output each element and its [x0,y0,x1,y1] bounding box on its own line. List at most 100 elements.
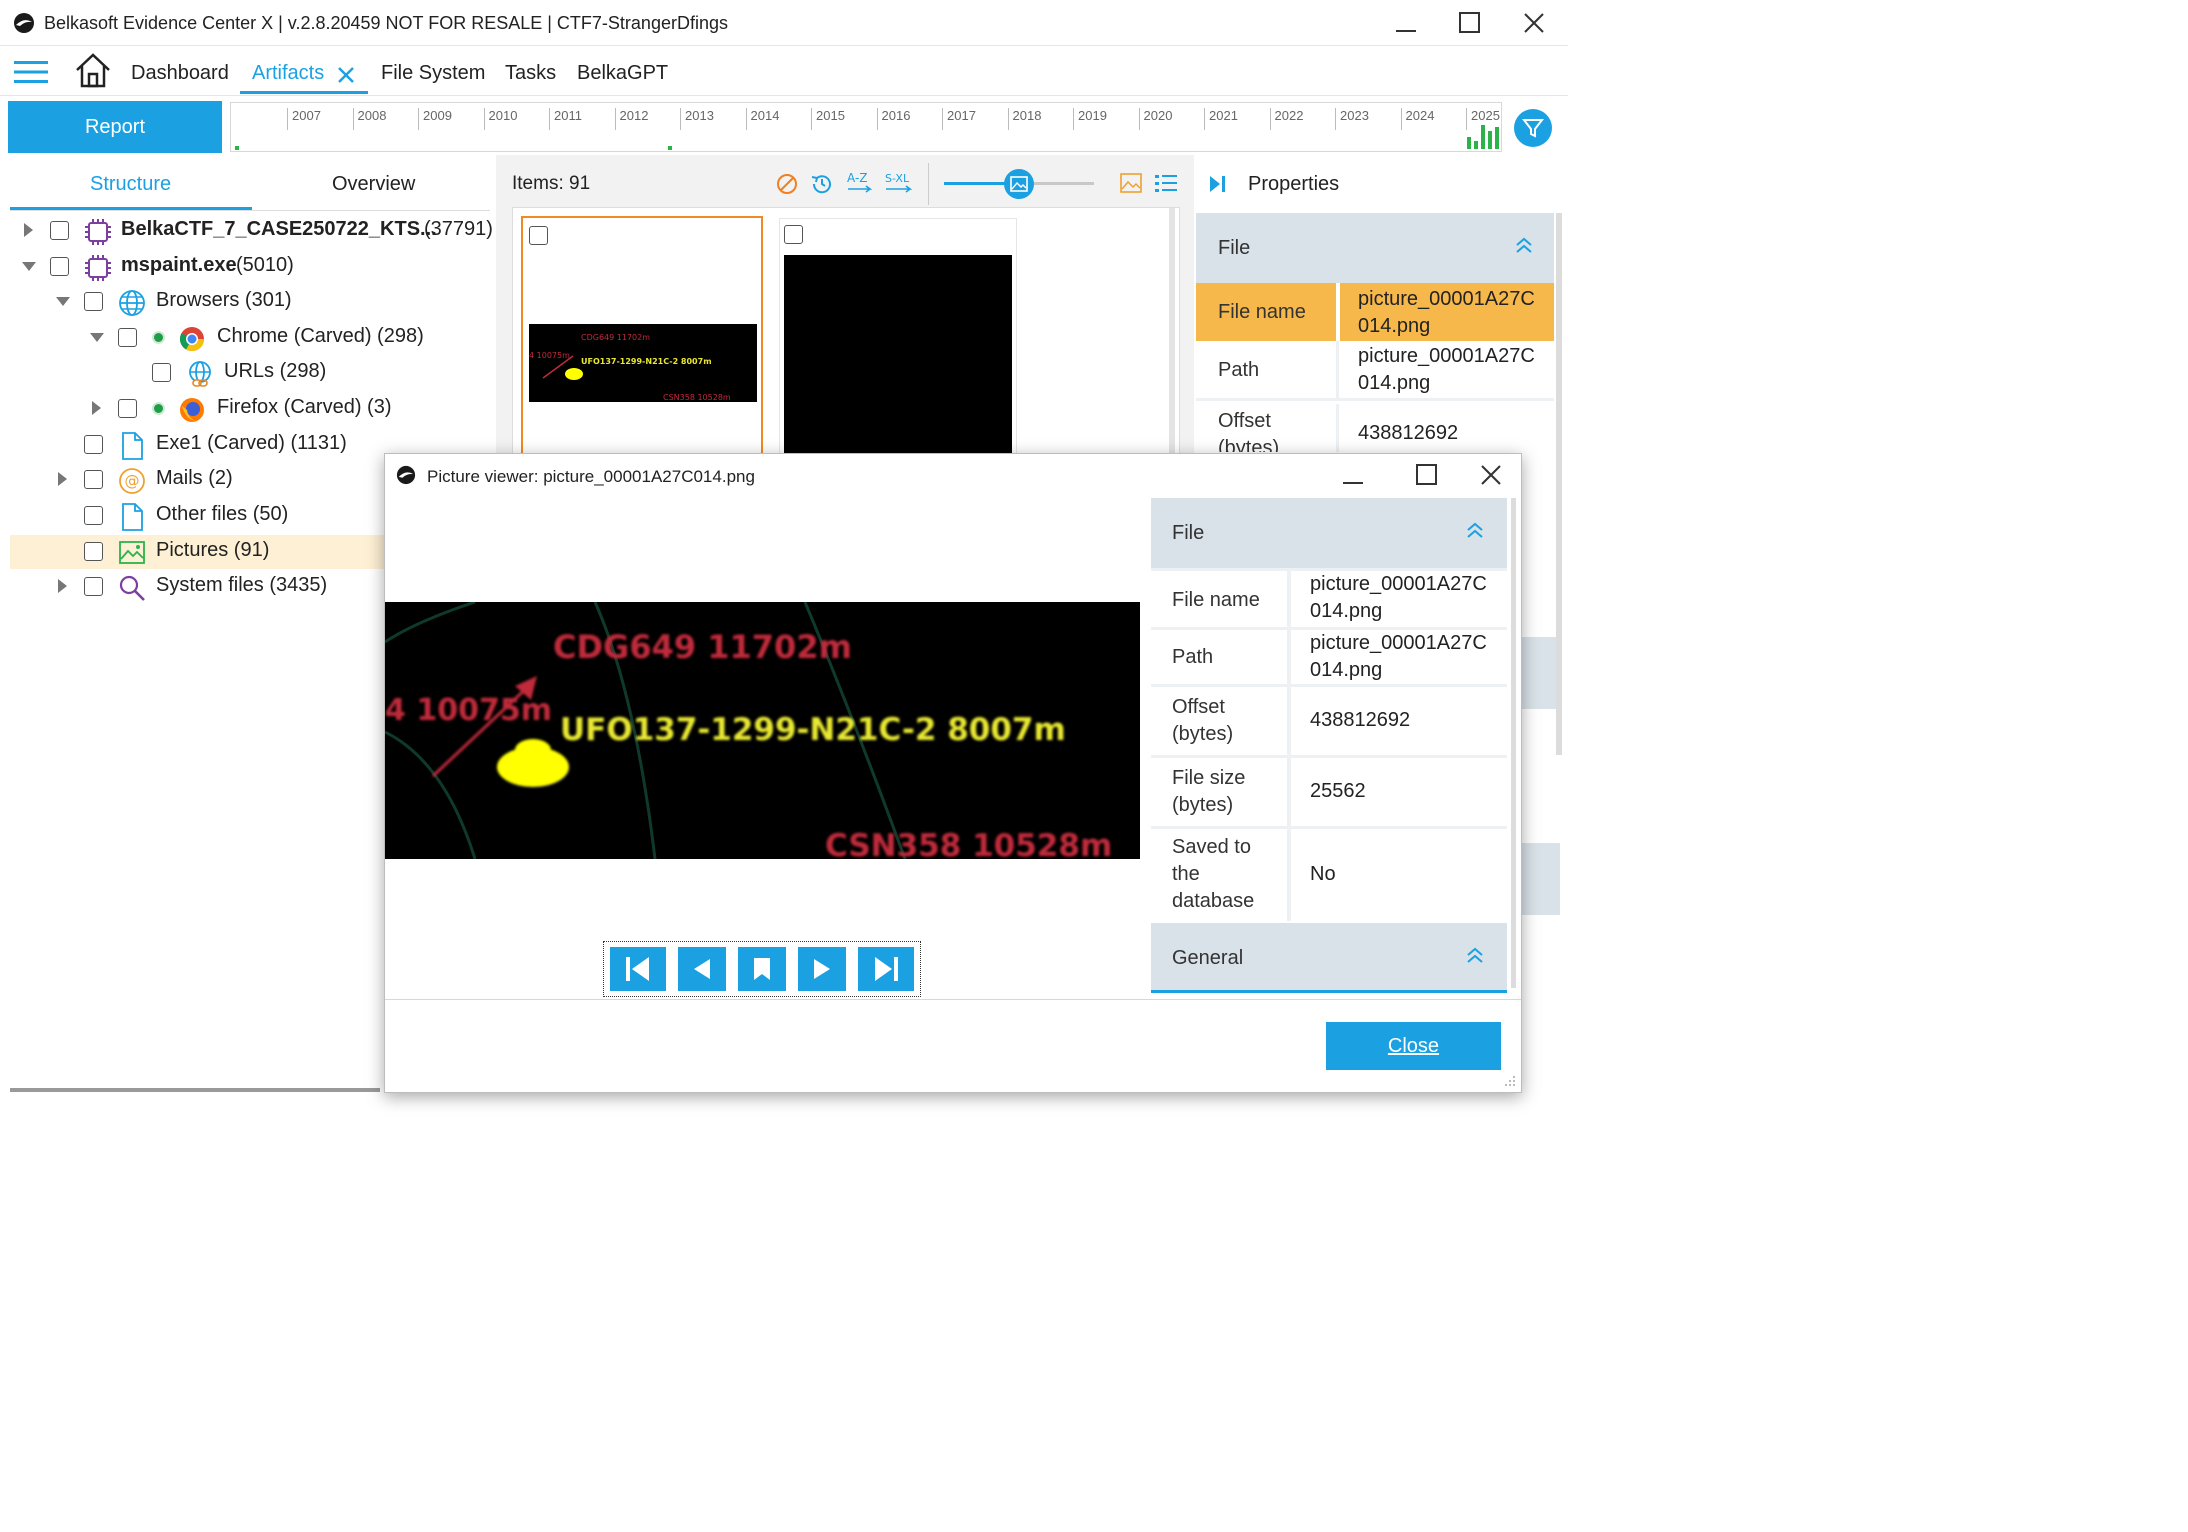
section-file[interactable]: File [1151,498,1507,568]
thumbnail-checkbox[interactable] [529,226,548,245]
timeline-years: 2007 2008 2009 2010 2011 2012 2013 2014 2015 2016… [231,103,1503,153]
property-value: 438812692 [1358,420,1459,447]
navigation-bar: Dashboard Artifacts File System Tasks Be… [0,46,1568,96]
tree-item-label: Pictures (91) [156,539,270,561]
tree-checkbox[interactable] [118,328,137,347]
minimize-button[interactable] [1384,6,1428,40]
close-tab-icon[interactable] [337,66,355,84]
tab-dashboard[interactable]: Dashboard [131,62,229,85]
tree-item-label: BelkaCTF_7_CASE250722_KTS... [121,218,437,240]
property-row[interactable]: Saved to the database No [1151,829,1507,921]
collapse-section-icon[interactable] [1514,237,1534,255]
history-icon[interactable] [810,173,834,195]
tree-checkbox[interactable] [84,470,103,489]
property-key: File size (bytes) [1172,765,1272,819]
report-button[interactable]: Report [8,101,222,153]
property-key: Saved to the database [1172,834,1272,915]
close-window-button[interactable] [1512,6,1556,40]
horizontal-scrollbar[interactable] [10,1088,380,1092]
tab-structure[interactable]: Structure [90,173,171,196]
collapse-section-icon[interactable] [1465,947,1485,965]
tree-item-urls[interactable]: URLs (298) [10,356,490,390]
tree-checkbox[interactable] [84,435,103,454]
tab-file-system[interactable]: File System [381,62,485,85]
globe-icon [119,290,145,316]
section-file[interactable]: File [1196,213,1554,283]
property-row-selected[interactable]: File name picture_00001A27C014.png [1196,283,1554,341]
image-icon [1010,176,1028,192]
viewer-maximize-button[interactable] [1405,458,1449,492]
resize-grip-icon[interactable] [1503,1074,1517,1088]
tree-checkbox[interactable] [50,257,69,276]
next-image-button[interactable] [798,947,846,991]
property-value: 438812692 [1310,707,1411,734]
timeline-marker [668,146,672,150]
filter-button[interactable] [1514,109,1552,147]
thumbnail-view-icon[interactable] [1120,173,1142,193]
viewer-close-x-button[interactable] [1469,458,1513,492]
timeline[interactable]: 2007 2008 2009 2010 2011 2012 2013 2014 2015 2016… [230,102,1502,152]
tree-item-case[interactable]: BelkaCTF_7_CASE250722_KTS... (37791) [10,214,493,248]
divider [385,999,1521,1000]
tab-belkagpt[interactable]: BelkaGPT [577,62,668,85]
property-row[interactable]: Offset (bytes) 438812692 [1151,687,1507,755]
tree-item-firefox[interactable]: Firefox (Carved) (3) [10,392,490,426]
sort-az-icon[interactable]: A-Z [846,170,874,196]
app-logo-icon [396,465,416,485]
tree-checkbox[interactable] [118,399,137,418]
thumbnail-card-selected[interactable]: CDG649 11702m 4 10075m UFO137-1299-N21C-… [521,216,763,460]
timeline-year-label: 2024 [1400,108,1434,130]
tree-item-label: Chrome (Carved) (298) [217,325,424,347]
previous-image-button[interactable] [678,947,726,991]
tab-overview[interactable]: Overview [332,173,415,196]
property-row[interactable]: File name picture_00001A27C014.png [1151,571,1507,627]
picture-display: CDG649 11702m 4 10075m UFO137-1299-N21C-… [385,602,1140,859]
bookmark-button[interactable] [738,947,786,991]
tree-item-browsers[interactable]: Browsers (301) [10,285,490,319]
viewer-minimize-button[interactable] [1331,458,1375,492]
tree-checkbox[interactable] [152,363,171,382]
viewer-title: Picture viewer: picture_00001A27C014.png [427,467,755,486]
home-icon[interactable] [74,51,112,89]
sort-size-icon[interactable]: S-XL [884,170,914,196]
list-view-icon[interactable] [1154,173,1178,193]
collapse-section-icon[interactable] [1465,522,1485,540]
property-value: picture_00001A27C014.png [1310,571,1490,625]
hamburger-menu-icon[interactable] [14,60,48,84]
tab-tasks[interactable]: Tasks [505,62,556,85]
clear-filter-icon[interactable] [776,173,798,195]
tree-checkbox[interactable] [50,221,69,240]
timeline-year-label: 2011 [549,108,582,130]
vertical-scrollbar[interactable] [1556,213,1562,455]
vertical-scrollbar[interactable] [1169,208,1175,456]
first-image-button[interactable] [610,947,666,991]
last-image-button[interactable] [858,947,914,991]
tree-checkbox[interactable] [84,577,103,596]
svg-text:@: @ [125,472,140,490]
vertical-scrollbar[interactable] [1511,498,1516,988]
tab-artifacts[interactable]: Artifacts [252,62,324,85]
maximize-button[interactable] [1448,6,1492,40]
zoom-slider-thumb[interactable] [1004,169,1034,199]
tree-checkbox[interactable] [84,292,103,311]
property-row[interactable]: Offset (bytes) 438812692 [1196,404,1554,452]
property-key: Path [1172,646,1214,669]
thumbnail-card[interactable] [779,218,1017,459]
picture-icon [119,541,145,564]
divider [10,210,490,211]
property-row[interactable]: Path picture_00001A27C014.png [1151,630,1507,684]
collapse-panel-icon[interactable] [1208,175,1228,193]
tree-checkbox[interactable] [84,506,103,525]
tree-checkbox[interactable] [84,542,103,561]
chip-icon [85,255,111,281]
property-row[interactable]: Path picture_00001A27C014.png [1196,341,1554,401]
tree-item-chrome[interactable]: Chrome (Carved) (298) [10,321,490,355]
close-button[interactable]: Close [1326,1022,1501,1070]
section-general[interactable]: General [1151,923,1507,993]
tree-item-mspaint[interactable]: mspaint.exe (5010) [10,250,490,284]
navigation-controls [603,941,921,997]
thumbnail-checkbox[interactable] [784,225,803,244]
chip-icon [85,219,111,245]
property-row[interactable]: File size (bytes) 25562 [1151,758,1507,826]
next-icon [814,959,830,979]
